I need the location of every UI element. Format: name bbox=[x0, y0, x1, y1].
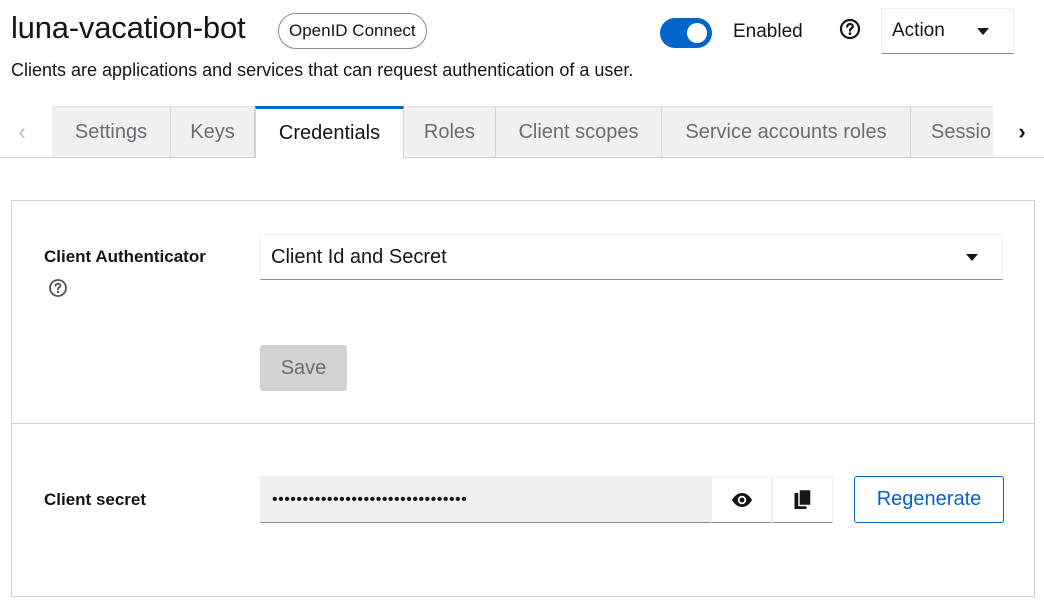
help-icon[interactable] bbox=[48, 278, 68, 298]
client-authenticator-value: Client Id and Secret bbox=[271, 246, 447, 268]
enabled-label: Enabled bbox=[733, 21, 803, 42]
tab-scroll-right-icon[interactable]: › bbox=[1000, 106, 1044, 157]
tab-roles[interactable]: Roles bbox=[404, 106, 496, 157]
tab-keys[interactable]: Keys bbox=[171, 106, 255, 157]
copy-icon bbox=[794, 488, 812, 509]
tab-settings[interactable]: Settings bbox=[52, 106, 171, 157]
protocol-badge: OpenID Connect bbox=[278, 13, 427, 49]
client-authenticator-label: Client Authenticator bbox=[44, 247, 206, 266]
copy-secret-button[interactable] bbox=[772, 476, 833, 523]
page-subtitle: Clients are applications and services th… bbox=[11, 60, 634, 80]
caret-down-icon bbox=[977, 28, 989, 35]
action-dropdown[interactable]: Action bbox=[881, 8, 1014, 54]
caret-down-icon bbox=[966, 254, 978, 261]
client-secret-group: •••••••••••••••••••••••••••••••• bbox=[260, 476, 833, 523]
page-header: luna-vacation-bot OpenID Connect Clients… bbox=[0, 0, 1044, 100]
question-circle-icon[interactable] bbox=[839, 18, 861, 40]
show-secret-button[interactable] bbox=[711, 476, 772, 523]
tab-client-scopes[interactable]: Client scopes bbox=[496, 106, 662, 157]
tab-service-accounts-roles[interactable]: Service accounts roles bbox=[662, 106, 911, 157]
client-authenticator-select[interactable]: Client Id and Secret bbox=[260, 234, 1003, 280]
regenerate-button[interactable]: Regenerate bbox=[854, 476, 1004, 523]
save-button[interactable]: Save bbox=[260, 345, 347, 391]
eye-icon bbox=[731, 492, 752, 507]
enabled-toggle[interactable] bbox=[660, 18, 712, 48]
tab-bar: ‹ Settings Keys Credentials Roles Client… bbox=[0, 106, 1044, 158]
client-authenticator-panel: Client Authenticator Client Id and Secre… bbox=[11, 200, 1035, 424]
page-title: luna-vacation-bot bbox=[11, 10, 246, 45]
tab-credentials[interactable]: Credentials bbox=[255, 106, 404, 158]
client-secret-input[interactable]: •••••••••••••••••••••••••••••••• bbox=[260, 476, 711, 523]
action-dropdown-label: Action bbox=[892, 20, 945, 41]
tab-strip: Settings Keys Credentials Roles Client s… bbox=[52, 106, 993, 158]
tab-sessions[interactable]: Sessio bbox=[911, 106, 993, 157]
toggle-knob bbox=[687, 23, 707, 43]
client-secret-label: Client secret bbox=[44, 490, 147, 509]
tab-scroll-left-icon[interactable]: ‹ bbox=[0, 106, 44, 157]
client-secret-panel: Client secret ••••••••••••••••••••••••••… bbox=[11, 423, 1035, 597]
